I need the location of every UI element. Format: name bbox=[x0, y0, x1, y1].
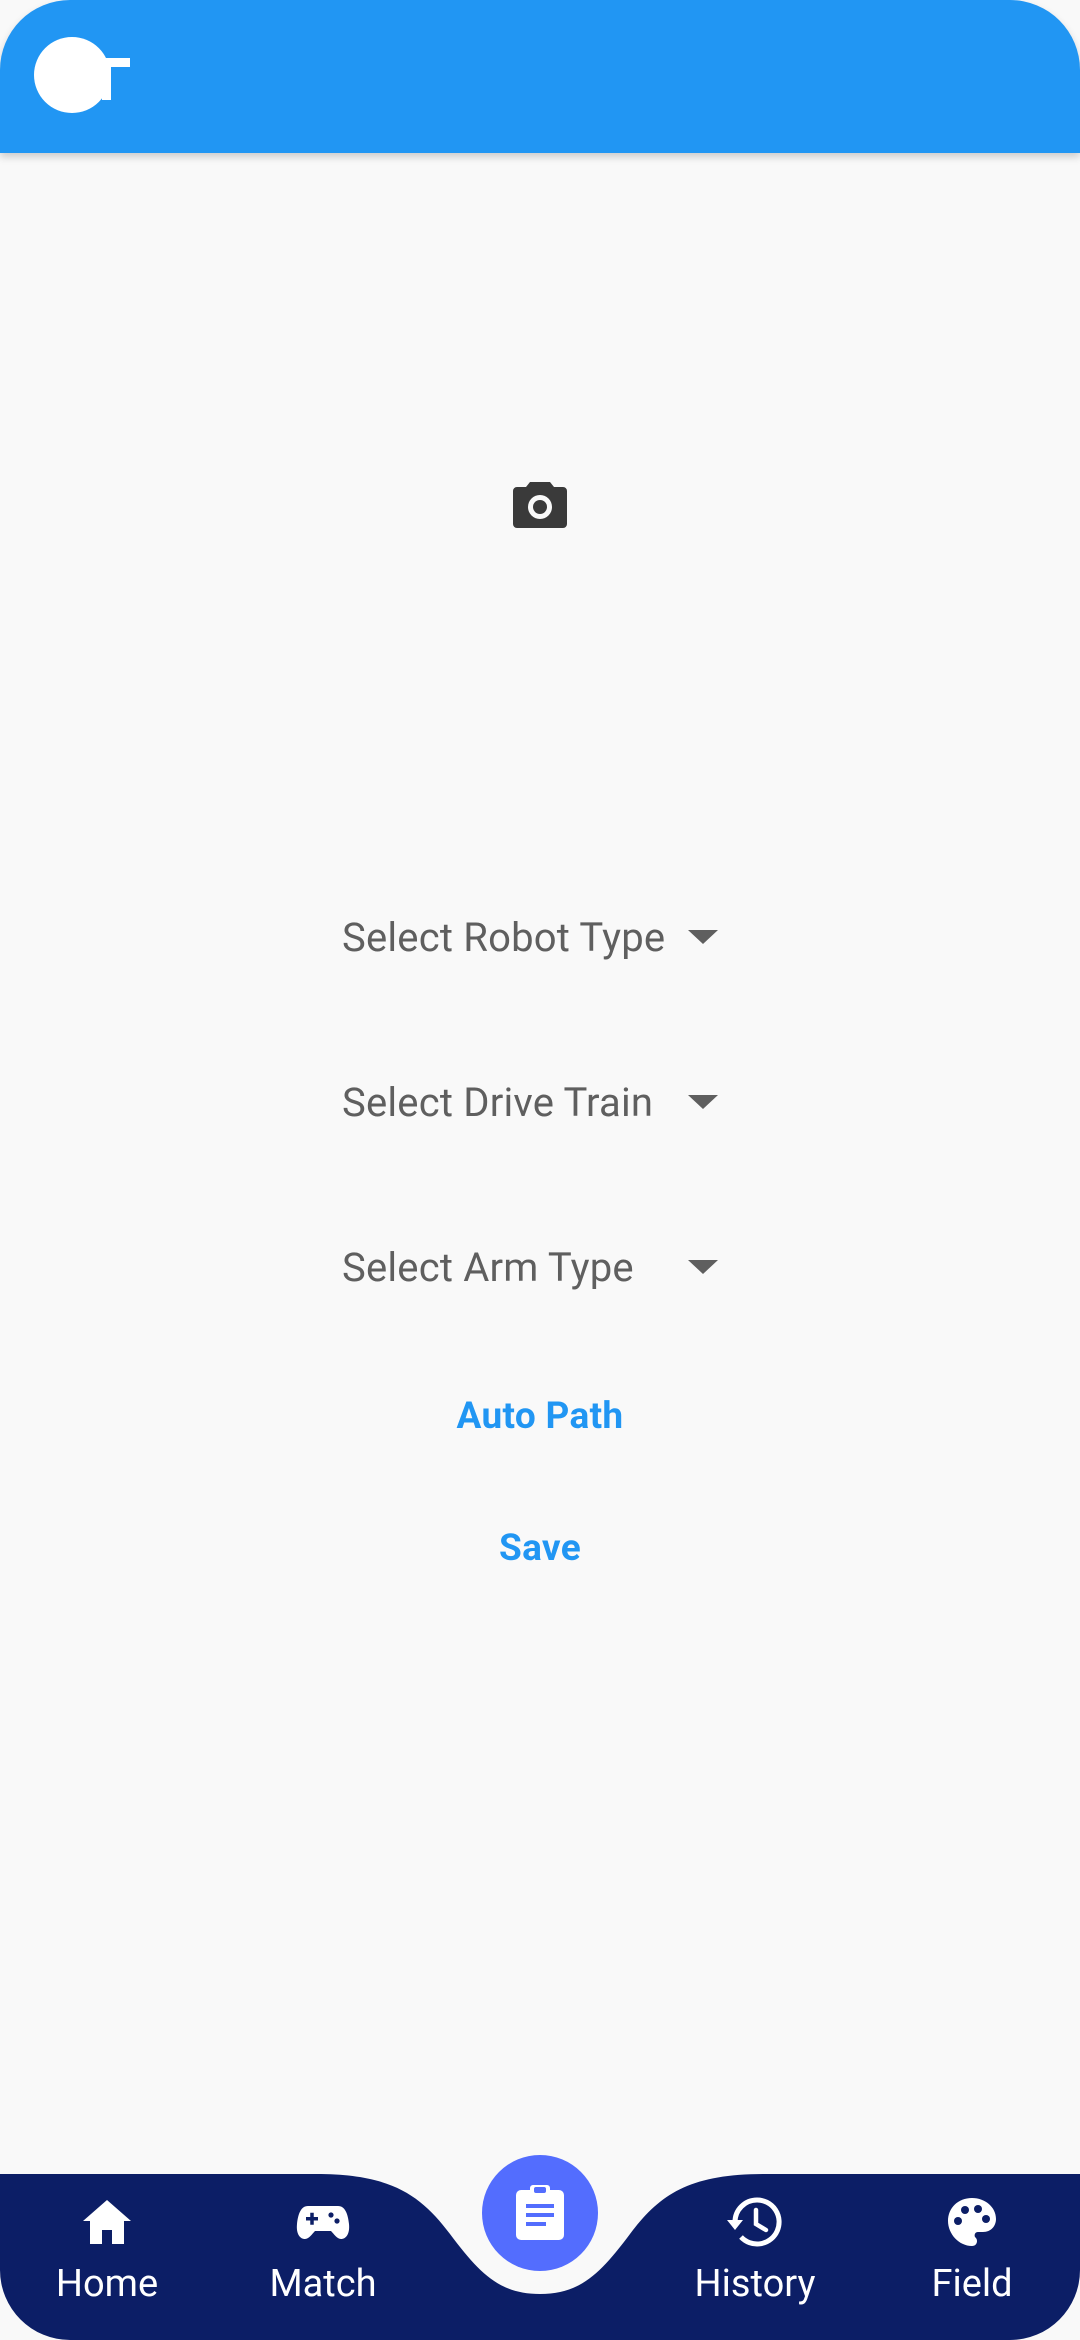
arrow-drop-down-icon bbox=[688, 1095, 718, 1109]
drive-train-dropdown[interactable]: Select Drive Train bbox=[342, 1062, 722, 1142]
robot-type-dropdown[interactable]: Select Robot Type bbox=[342, 897, 722, 977]
history-icon bbox=[727, 2194, 783, 2250]
nav-label-home: Home bbox=[55, 2262, 159, 2306]
camera-icon bbox=[513, 482, 567, 528]
clipboard-icon bbox=[516, 2185, 564, 2240]
nav-item-field[interactable]: Field bbox=[887, 2194, 1057, 2324]
gamepad-icon bbox=[295, 2194, 351, 2250]
palette-icon bbox=[944, 2194, 1000, 2250]
drive-train-label: Select Drive Train bbox=[342, 1078, 654, 1126]
nav-label-match: Match bbox=[269, 2262, 377, 2306]
app-bar bbox=[0, 0, 1080, 153]
nav-label-history: History bbox=[694, 2262, 816, 2306]
app-logo-icon bbox=[34, 37, 130, 113]
robot-type-label: Select Robot Type bbox=[342, 913, 666, 961]
home-icon bbox=[79, 2194, 135, 2250]
arrow-drop-down-icon bbox=[688, 930, 718, 944]
scout-form-fab[interactable] bbox=[482, 2155, 598, 2271]
camera-button[interactable] bbox=[510, 474, 570, 534]
nav-item-match[interactable]: Match bbox=[238, 2194, 408, 2324]
nav-label-field: Field bbox=[931, 2262, 1013, 2306]
nav-item-home[interactable]: Home bbox=[22, 2194, 192, 2324]
auto-path-button[interactable]: Auto Path bbox=[340, 1381, 740, 1451]
arm-type-label: Select Arm Type bbox=[342, 1243, 634, 1291]
nav-item-history[interactable]: History bbox=[670, 2194, 840, 2324]
arm-type-dropdown[interactable]: Select Arm Type bbox=[342, 1227, 722, 1307]
save-button[interactable]: Save bbox=[340, 1513, 740, 1583]
arrow-drop-down-icon bbox=[688, 1260, 718, 1274]
